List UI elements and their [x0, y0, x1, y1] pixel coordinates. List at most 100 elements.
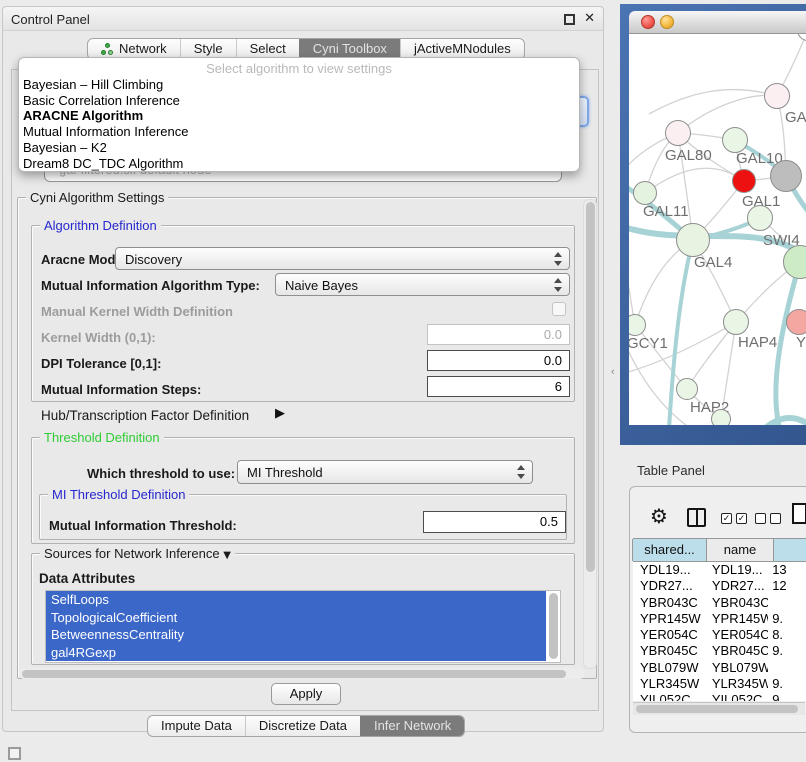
- table-cell: 9.: [768, 676, 806, 692]
- attribute-item-selfloops[interactable]: SelfLoops: [46, 591, 546, 609]
- node-label: HAP4: [738, 334, 777, 351]
- tab-label: Cyni Toolbox: [313, 39, 387, 59]
- float-window-icon[interactable]: [564, 14, 575, 25]
- network-node-gal4[interactable]: [676, 223, 710, 257]
- table-row[interactable]: YBR043CYBR043C: [633, 595, 806, 611]
- table-cell: YDR27...: [633, 578, 704, 594]
- algorithm-option-basic-correlation-inference[interactable]: Basic Correlation Inference: [19, 93, 579, 109]
- unchecked-checkbox-icon[interactable]: [770, 513, 781, 524]
- table-cell: 9.: [768, 643, 806, 659]
- table-row[interactable]: YPR145WYPR145W9.: [633, 611, 806, 627]
- tab-discretize-data[interactable]: Discretize Data: [245, 716, 360, 736]
- node-label: Y: [796, 334, 806, 351]
- table-cell: YDL19...: [704, 562, 768, 578]
- network-node-gal[interactable]: [764, 83, 790, 109]
- network-node-gal80[interactable]: [665, 120, 691, 146]
- document-icon[interactable]: [792, 503, 806, 524]
- tab-select[interactable]: Select: [236, 39, 299, 59]
- collapse-arrow-icon[interactable]: ▼: [223, 550, 231, 561]
- attribute-item-topologicalcoefficient[interactable]: TopologicalCoefficient: [46, 609, 546, 627]
- mi-threshold-field[interactable]: 0.5: [423, 511, 566, 533]
- network-node-hap2[interactable]: [676, 378, 698, 400]
- table-cell: YBR043C: [704, 595, 768, 611]
- algorithm-option-dream8-dc-tdc-algorithm[interactable]: Dream8 DC_TDC Algorithm: [19, 156, 579, 172]
- gear-icon[interactable]: ⚙: [650, 504, 668, 528]
- column-header-shared[interactable]: shared...: [632, 539, 707, 561]
- manual-kernel-checkbox[interactable]: [552, 302, 566, 316]
- algorithm-option-aracne-algorithm[interactable]: ARACNE Algorithm: [19, 108, 579, 124]
- attribute-list-scrollbar[interactable]: [549, 593, 558, 659]
- control-panel-titlebar: Control Panel ✕: [3, 7, 603, 31]
- network-canvas[interactable]: GALGAL80GAL10GAL1GAL11SWI4GAL4GCY1HAP4YH…: [629, 34, 806, 425]
- close-traffic-light-icon[interactable]: [641, 15, 655, 29]
- tab-jactivemnodules[interactable]: jActiveMNodules: [400, 39, 524, 59]
- table-row[interactable]: YDR27...YDR27...12: [633, 578, 806, 594]
- node-label: GAL11: [643, 203, 689, 220]
- expand-arrow-icon[interactable]: ▶: [275, 406, 285, 421]
- mi-steps-label: Mutual Information Steps:: [41, 382, 201, 397]
- network-node-hap4[interactable]: [723, 309, 749, 335]
- checked-checkbox-icon[interactable]: ✓: [721, 513, 732, 524]
- tab-label: Infer Network: [374, 716, 451, 736]
- network-node[interactable]: [711, 409, 731, 425]
- checked-checkbox-icon[interactable]: ✓: [736, 513, 747, 524]
- table-row[interactable]: YBL079WYBL079W: [633, 660, 806, 676]
- spinner-arrows-icon: [554, 252, 563, 266]
- aracne-mode-select[interactable]: Discovery: [115, 247, 570, 270]
- mi-threshold-label: Mutual Information Threshold:: [49, 518, 237, 533]
- mi-type-select[interactable]: Naive Bayes: [275, 273, 570, 296]
- column-header-name[interactable]: name: [706, 539, 774, 561]
- table-cell: [768, 660, 806, 676]
- network-node-gal11[interactable]: [633, 181, 657, 205]
- network-node-swi4[interactable]: [747, 205, 773, 231]
- tab-label: Select: [250, 39, 286, 59]
- tab-impute-data[interactable]: Impute Data: [148, 716, 245, 736]
- table-horizontal-scrollbar[interactable]: [633, 702, 805, 715]
- table-cell: YLR345W: [704, 676, 768, 692]
- hub-definition-toggle[interactable]: Hub/Transcription Factor Definition: [41, 408, 249, 423]
- attribute-item-gal4rgexp[interactable]: gal4RGexp: [46, 644, 546, 662]
- mi-type-label: Mutual Information Algorithm Type:: [41, 278, 260, 293]
- minimize-traffic-light-icon[interactable]: [660, 15, 674, 29]
- column-layout-icon[interactable]: [687, 508, 706, 527]
- apply-button[interactable]: Apply: [271, 683, 341, 705]
- tab-style[interactable]: Style: [180, 39, 236, 59]
- table-header-row: shared...name: [633, 538, 806, 562]
- spinner-arrows-icon: [517, 465, 526, 479]
- settings-group-title: Cyni Algorithm Settings: [26, 190, 168, 205]
- table-row[interactable]: YBR045CYBR045C9.: [633, 643, 806, 659]
- network-node[interactable]: [770, 160, 802, 192]
- data-attributes-label: Data Attributes: [39, 571, 135, 586]
- network-node-y[interactable]: [786, 309, 806, 335]
- tab-infer-network[interactable]: Infer Network: [360, 716, 464, 736]
- network-window-titlebar[interactable]: [629, 11, 806, 34]
- unchecked-checkbox-icon[interactable]: [755, 513, 766, 524]
- network-node-gal1[interactable]: [732, 169, 756, 193]
- algorithm-option-mutual-information-inference[interactable]: Mutual Information Inference: [19, 124, 579, 140]
- settings-horizontal-scrollbar[interactable]: [19, 668, 585, 679]
- maximize-traffic-light-icon[interactable]: [679, 15, 693, 29]
- split-pane-arrow-icon[interactable]: ‹: [611, 366, 615, 378]
- table-row[interactable]: YLR345WYLR345W9.: [633, 676, 806, 692]
- bottom-tab-bar: Impute Data Discretize Data Infer Network: [147, 715, 465, 737]
- close-icon[interactable]: ✕: [584, 11, 595, 26]
- tab-network[interactable]: Network: [88, 39, 180, 59]
- minimized-panel-icon[interactable]: [8, 747, 21, 760]
- tab-cyni-toolbox[interactable]: Cyni Toolbox: [299, 39, 400, 59]
- table-row[interactable]: YER054CYER054C8.: [633, 627, 806, 643]
- algorithm-option-bayesian-hill-climbing[interactable]: Bayesian – Hill Climbing: [19, 77, 579, 93]
- mi-steps-field[interactable]: 6: [427, 376, 570, 397]
- column-header-extra[interactable]: [773, 539, 806, 561]
- kernel-width-field[interactable]: 0.0: [427, 324, 570, 345]
- node-label: GAL: [785, 109, 806, 126]
- settings-vertical-scrollbar[interactable]: [583, 199, 597, 669]
- table-row[interactable]: YDL19...YDL19...13: [633, 562, 806, 578]
- dpi-tolerance-field[interactable]: 0.0: [427, 350, 570, 371]
- tab-label: Discretize Data: [259, 716, 347, 736]
- algorithm-option-bayesian-k2[interactable]: Bayesian – K2: [19, 140, 579, 156]
- attribute-item-betweennesscentrality[interactable]: BetweennessCentrality: [46, 626, 546, 644]
- tab-label: Network: [119, 39, 167, 59]
- node-label: GAL4: [694, 254, 732, 271]
- table-row[interactable]: YIL052CYIL052C9.: [633, 692, 806, 701]
- which-threshold-select[interactable]: MI Threshold: [237, 460, 533, 484]
